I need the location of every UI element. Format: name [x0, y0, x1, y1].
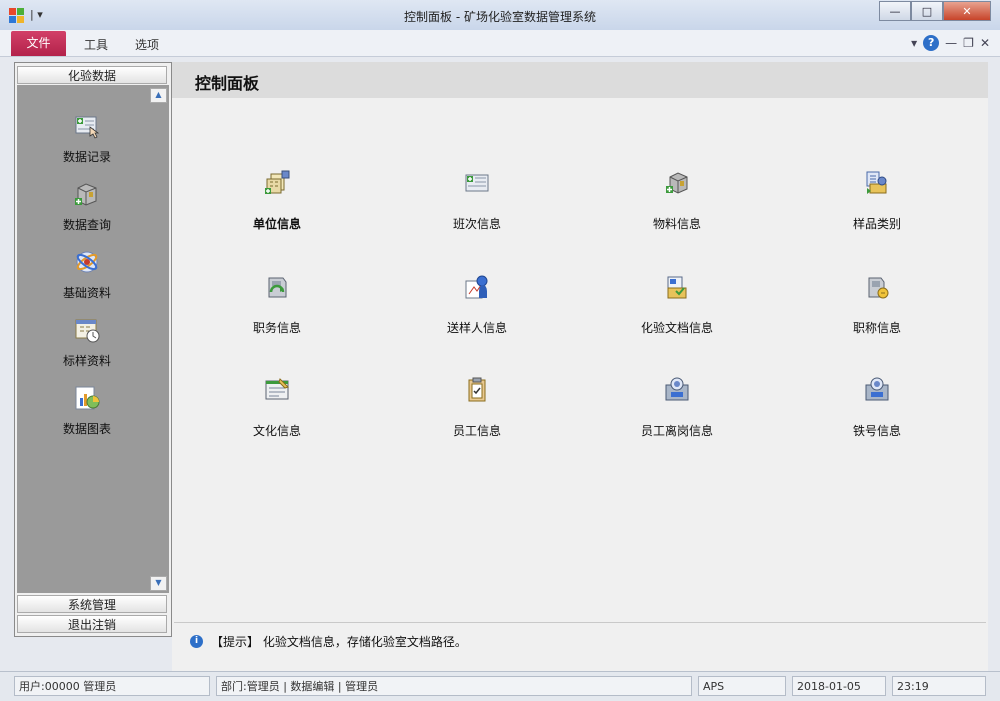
grid-item-lab-document[interactable]: 化验文档信息	[607, 272, 747, 336]
sampler-info-icon	[465, 275, 488, 299]
nav-item-label: 基础资料	[62, 286, 111, 300]
duty-info-icon	[268, 277, 287, 298]
grid-item-label: 单位信息	[252, 217, 301, 231]
nav-group-logout[interactable]: 退出注销	[17, 615, 167, 633]
lab-document-icon	[667, 276, 687, 299]
sample-category-icon	[866, 171, 887, 194]
basic-info-icon	[76, 251, 98, 273]
ribbon-collapse-icon[interactable]: ▾	[911, 36, 917, 50]
status-user: 用户:00000 管理员	[14, 676, 210, 696]
ribbon-bar: 文件 工具 选项 ▾ ? — ❐ ✕	[0, 30, 1000, 57]
grid-item-label: 员工离岗信息	[640, 424, 713, 438]
grid-item-unit-info[interactable]: 单位信息	[207, 168, 347, 232]
grid-item-label: 文化信息	[252, 424, 301, 438]
grid-item-label: 物料信息	[652, 217, 701, 231]
data-chart-icon	[75, 386, 100, 410]
tab-tools[interactable]: 工具	[84, 36, 108, 53]
nav-group-system[interactable]: 系统管理	[17, 595, 167, 613]
grid-item-employee-info[interactable]: 员工信息	[407, 375, 547, 439]
nav-group-body: ▲ 数据记录 数据查询 基础资料 标样资料 数据图表 ▼	[17, 85, 169, 593]
grid-item-label: 送样人信息	[446, 321, 507, 335]
mdi-restore-button[interactable]: ❐	[963, 36, 974, 50]
nav-item-label: 标样资料	[62, 354, 111, 368]
minimize-button[interactable]: —	[879, 1, 911, 21]
nav-item-data-query[interactable]: 数据查询	[17, 179, 157, 233]
grid-item-title-info[interactable]: 职称信息	[807, 272, 947, 336]
grid-item-label: 化验文档信息	[640, 321, 713, 335]
iron-number-icon	[865, 377, 889, 401]
status-caps: APS	[698, 676, 786, 696]
material-info-icon	[666, 172, 688, 194]
control-panel: 控制面板 单位信息 班次信息 物料信息 样品类别 职务信息 送样人信息 化验文档…	[172, 62, 988, 671]
panel-header: 控制面板	[172, 62, 988, 98]
page-title: 控制面板	[195, 74, 260, 93]
nav-item-basic-info[interactable]: 基础资料	[17, 247, 157, 301]
title-bar: | ▾ 控制面板 - 矿场化验室数据管理系统 — □ ✕	[0, 0, 1000, 31]
standard-sample-icon	[75, 319, 100, 343]
grid-item-employee-leave[interactable]: 员工离岗信息	[607, 375, 747, 439]
grid-item-duty-info[interactable]: 职务信息	[207, 272, 347, 336]
close-button[interactable]: ✕	[943, 1, 991, 21]
grid-item-sample-category[interactable]: 样品类别	[807, 168, 947, 232]
nav-item-data-chart[interactable]: 数据图表	[17, 383, 157, 437]
hint-divider	[174, 622, 986, 623]
nav-item-standard-sample[interactable]: 标样资料	[17, 315, 157, 369]
hint-text: 【提示】 化验文档信息，存储化验室文档路径。	[211, 635, 467, 649]
grid-item-label: 员工信息	[452, 424, 501, 438]
nav-item-label: 数据图表	[62, 422, 111, 436]
maximize-button[interactable]: □	[911, 1, 943, 21]
grid-item-label: 班次信息	[452, 217, 501, 231]
data-record-icon	[75, 116, 100, 139]
status-bar: 用户:00000 管理员 部门:管理员 | 数据编辑 | 管理员 APS 201…	[0, 671, 1000, 701]
status-time: 23:19	[892, 676, 986, 696]
scroll-down-icon[interactable]: ▼	[150, 576, 167, 591]
grid-item-label: 职称信息	[852, 321, 901, 335]
mdi-minimize-button[interactable]: —	[945, 36, 957, 50]
grid-item-material-info[interactable]: 物料信息	[607, 168, 747, 232]
info-icon: i	[190, 635, 203, 648]
grid-item-label: 样品类别	[852, 217, 901, 231]
grid-item-sampler-info[interactable]: 送样人信息	[407, 272, 547, 336]
grid-item-shift-info[interactable]: 班次信息	[407, 168, 547, 232]
nav-group-lab-data[interactable]: 化验数据	[17, 66, 167, 84]
unit-info-icon	[265, 170, 290, 194]
education-info-icon	[265, 378, 289, 400]
grid-item-label: 职务信息	[252, 321, 301, 335]
nav-item-label: 数据记录	[62, 150, 111, 164]
grid-item-label: 铁号信息	[852, 424, 901, 438]
scroll-up-icon[interactable]: ▲	[150, 88, 167, 103]
hint-bar: i 【提示】 化验文档信息，存储化验室文档路径。	[190, 633, 467, 650]
mdi-close-button[interactable]: ✕	[980, 36, 990, 50]
grid-item-education-info[interactable]: 文化信息	[207, 375, 347, 439]
nav-item-label: 数据查询	[62, 218, 111, 232]
nav-item-data-record[interactable]: 数据记录	[17, 111, 157, 165]
window-title: 控制面板 - 矿场化验室数据管理系统	[404, 10, 596, 24]
title-info-icon	[868, 277, 889, 299]
file-tab[interactable]: 文件	[11, 31, 66, 56]
data-query-icon	[75, 183, 97, 206]
employee-info-icon	[468, 377, 486, 402]
tab-options[interactable]: 选项	[135, 36, 159, 53]
ribbon-right-controls: ▾ ? — ❐ ✕	[911, 35, 990, 51]
employee-leave-icon	[665, 377, 689, 401]
shift-info-icon	[465, 174, 489, 192]
status-department: 部门:管理员 | 数据编辑 | 管理员	[216, 676, 692, 696]
navigation-pane: 化验数据 ▲ 数据记录 数据查询 基础资料 标样资料 数据图表 ▼ 系统管理 退…	[14, 62, 172, 637]
grid-item-iron-number[interactable]: 铁号信息	[807, 375, 947, 439]
status-date: 2018-01-05	[792, 676, 886, 696]
help-icon[interactable]: ?	[923, 35, 940, 51]
window-controls: — □ ✕	[879, 1, 991, 21]
